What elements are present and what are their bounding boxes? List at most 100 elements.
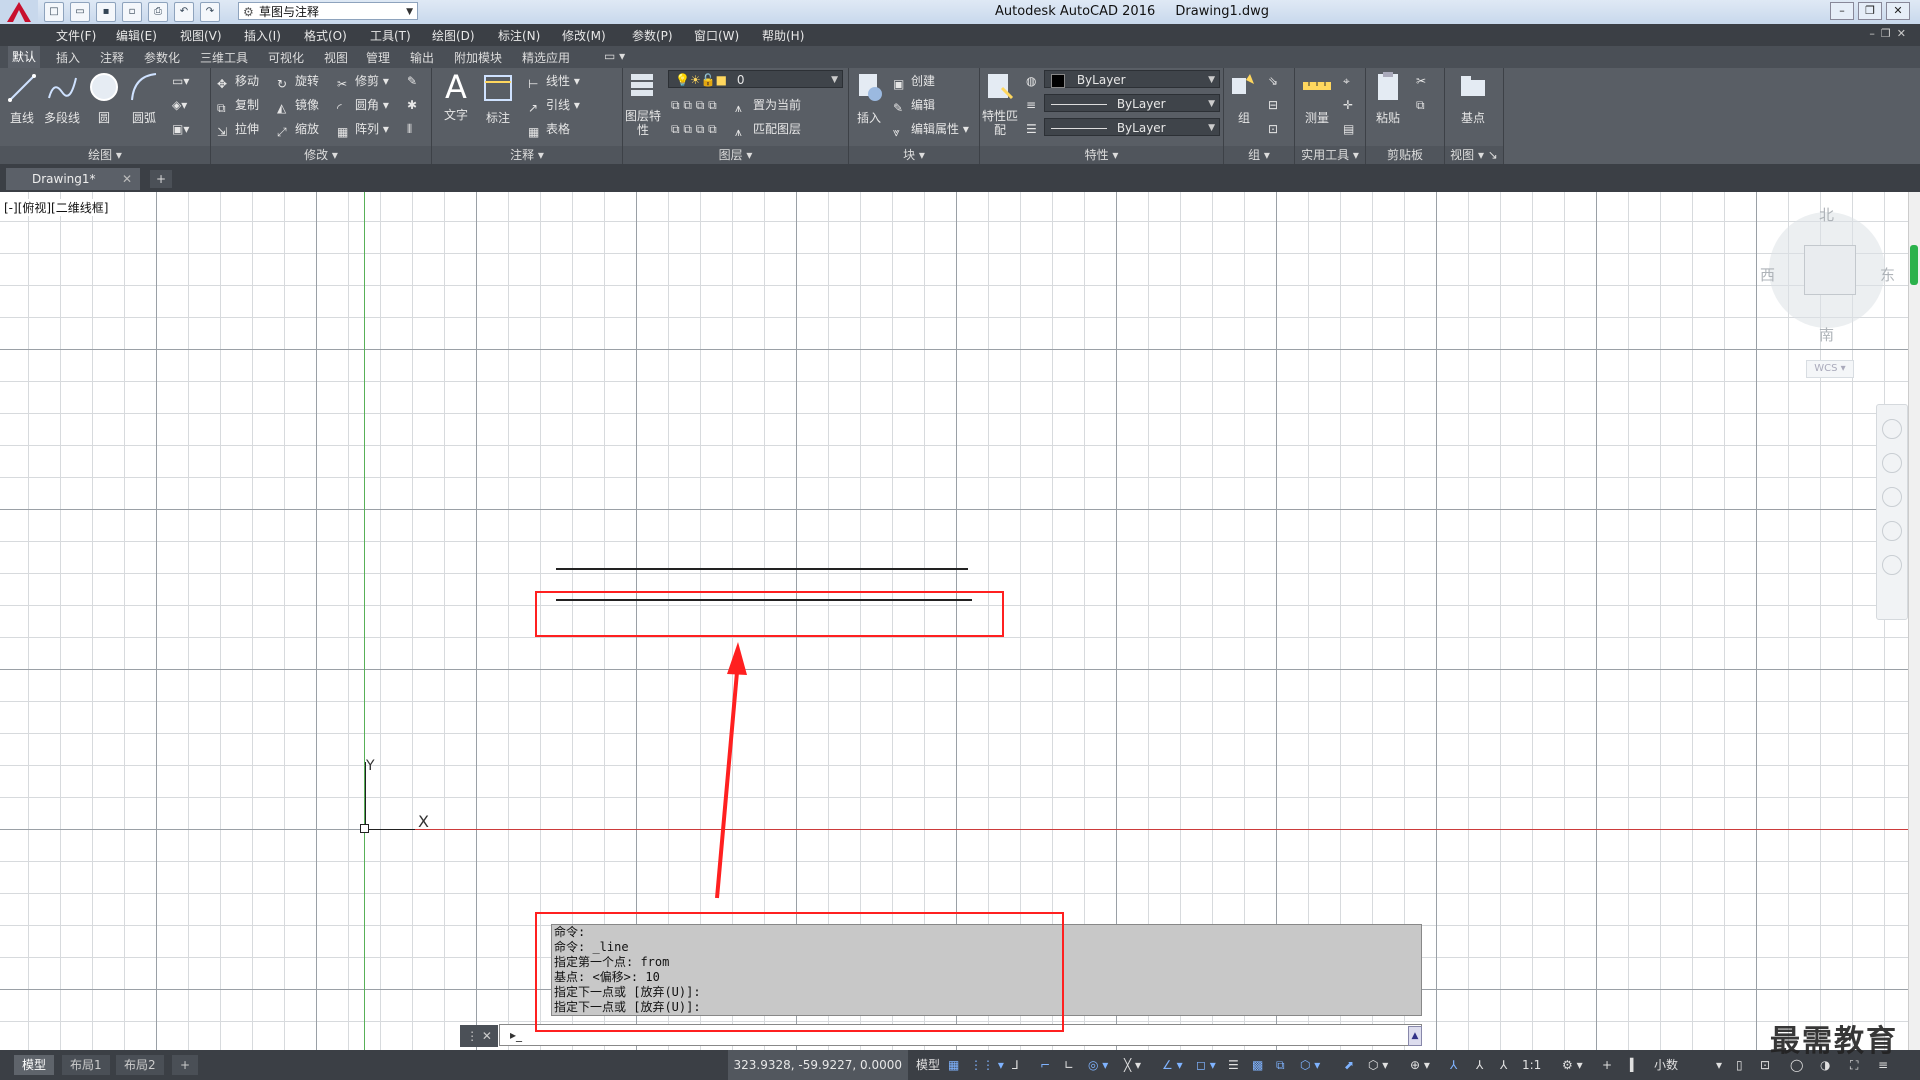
ortho-icon[interactable]: ∟ [1064, 1057, 1074, 1073]
tab-insert[interactable]: 插入 [56, 49, 80, 66]
layer-tools-row1[interactable]: ⧉ ⧉ ⧉ ⧉ [671, 96, 717, 114]
rectangle-icon[interactable]: ▭▾ [172, 72, 189, 90]
menu-window[interactable]: 窗口(W) [694, 27, 739, 44]
new-file-icon[interactable]: □ [44, 2, 64, 22]
dynamic-input-icon[interactable]: ⌐ [1040, 1057, 1050, 1073]
text-button[interactable]: A 文字 [436, 70, 476, 123]
redo-icon[interactable]: ↷ [200, 2, 220, 22]
menu-draw[interactable]: 绘图(D) [432, 27, 475, 44]
wcs-menu[interactable]: WCS ▾ [1806, 360, 1854, 378]
lineweight-dropdown[interactable]: ByLayer ▼ [1044, 118, 1220, 136]
scale-button[interactable]: ⤢ 缩放 [277, 120, 319, 139]
groups-panel-title[interactable]: 组 ▾ [1224, 146, 1294, 164]
scroll-thumb[interactable] [1910, 245, 1918, 285]
measure-button[interactable]: 测量 [1297, 70, 1337, 126]
dynamic-ucs-icon[interactable]: ⬈ [1344, 1057, 1354, 1073]
copy-clip-icon[interactable]: ⧉ [1416, 96, 1425, 114]
tab-layout1[interactable]: 布局1 [62, 1055, 110, 1075]
menu-file[interactable]: 文件(F) [56, 27, 96, 44]
layer-tools-row2[interactable]: ⧉ ⧉ ⧉ ⧉ [671, 120, 717, 138]
compass-west[interactable]: 西 [1760, 264, 1775, 285]
pan-icon[interactable] [1882, 453, 1902, 473]
annotation-panel-title[interactable]: 注释 ▾ [432, 146, 622, 164]
linetype-dropdown[interactable]: ByLayer ▼ [1044, 94, 1220, 112]
close-icon[interactable]: ✕ [1886, 2, 1910, 20]
match-layer-button[interactable]: ⩚ 匹配图层 [735, 120, 801, 139]
leader-button[interactable]: ↗ 引线 ▾ [528, 96, 580, 115]
copy-button[interactable]: ⧉ 复制 [217, 96, 259, 115]
tab-featured-apps[interactable]: 精选应用 [522, 49, 570, 66]
calculator-icon[interactable]: ▤ [1343, 120, 1354, 138]
save-as-icon[interactable]: ▫ [122, 2, 142, 22]
close-icon[interactable]: ✕ [122, 168, 132, 190]
menu-help[interactable]: 帮助(H) [762, 27, 804, 44]
rotate-button[interactable]: ↻ 旋转 [277, 72, 319, 91]
save-icon[interactable]: ▪ [96, 2, 116, 22]
menu-tools[interactable]: 工具(T) [370, 27, 411, 44]
zoom-icon[interactable] [1882, 487, 1902, 507]
point-icon[interactable]: ✛ [1343, 96, 1353, 114]
tab-output[interactable]: 输出 [410, 49, 434, 66]
menu-format[interactable]: 格式(O) [304, 27, 347, 44]
compass-east[interactable]: 东 [1880, 264, 1895, 285]
annotation-monitor-icon[interactable]: + [1602, 1057, 1612, 1073]
hatch-icon[interactable]: ◈▾ [172, 96, 187, 114]
circle-button[interactable]: 圆 [84, 70, 124, 126]
tab-parametric[interactable]: 参数化 [144, 49, 180, 66]
canvas-scrollbar[interactable] [1908, 192, 1920, 1050]
arc-button[interactable]: 圆弧 [124, 70, 164, 126]
autocad-logo-icon[interactable] [0, 0, 38, 24]
object-snap-tracking-icon[interactable]: ∠ ▾ [1162, 1057, 1183, 1073]
clipboard-panel-title[interactable]: 剪贴板 [1366, 146, 1444, 164]
drawn-line-top[interactable] [556, 568, 968, 570]
infer-constraints-icon[interactable]: ⅃ [1012, 1057, 1019, 1073]
steering-wheel-icon[interactable] [1882, 419, 1902, 439]
quick-properties-icon[interactable]: ▯ [1736, 1057, 1743, 1073]
polyline-button[interactable]: 多段线 [42, 70, 82, 126]
stretch-button[interactable]: ⇲ 拉伸 [217, 120, 259, 139]
menu-view[interactable]: 视图(V) [180, 27, 222, 44]
menu-modify[interactable]: 修改(M) [562, 27, 606, 44]
restore-icon[interactable]: ❐ [1858, 2, 1882, 20]
orbit-icon[interactable] [1882, 521, 1902, 541]
tab-visualize[interactable]: 可视化 [268, 49, 304, 66]
lock-ui-icon[interactable]: ⊡ [1760, 1057, 1770, 1073]
linear-button[interactable]: ⊢ 线性 ▾ [528, 72, 580, 91]
menu-edit[interactable]: 编辑(E) [116, 27, 157, 44]
layer-dropdown[interactable]: 💡☀🔓■ 0 ▼ [668, 70, 843, 88]
showmotion-icon[interactable] [1882, 555, 1902, 575]
navigation-bar[interactable] [1876, 404, 1908, 620]
tab-model[interactable]: 模型 [14, 1055, 55, 1075]
base-point-button[interactable]: 基点 [1453, 70, 1493, 126]
array-button[interactable]: ▦ 阵列 ▾ [337, 120, 389, 139]
match-properties-button[interactable]: 特性匹配 [980, 70, 1020, 137]
workspace-dropdown[interactable]: ⚙ 草图与注释 ▼ [238, 2, 418, 20]
dimension-button[interactable]: 标注 [478, 70, 518, 126]
set-current-button[interactable]: ⩚ 置为当前 [735, 96, 801, 115]
trim-button[interactable]: ✂ 修剪 ▾ [337, 72, 389, 91]
menu-dimension[interactable]: 标注(N) [498, 27, 540, 44]
doc-tab-drawing1[interactable]: Drawing1* ✕ [6, 168, 140, 190]
compass-north[interactable]: 北 [1819, 204, 1834, 225]
units-value[interactable]: 小数 [1654, 1057, 1678, 1073]
utilities-panel-title[interactable]: 实用工具 ▾ [1295, 146, 1365, 164]
cut-icon[interactable]: ✂ [1416, 72, 1426, 90]
block-panel-title[interactable]: 块 ▾ [849, 146, 979, 164]
offset-icon[interactable]: ⫴ [407, 120, 412, 138]
edit-attributes-button[interactable]: ⩔ 编辑属性 ▾ [893, 120, 969, 139]
fillet-button[interactable]: ◜ 圆角 ▾ [337, 96, 389, 115]
draw-panel-title[interactable]: 绘图 ▾ [0, 146, 210, 164]
object-snap-icon[interactable]: ◻ ▾ [1196, 1057, 1216, 1073]
scale-value[interactable]: 1:1 [1522, 1057, 1541, 1073]
transparency-icon[interactable]: ▩ [1252, 1057, 1263, 1073]
color-dropdown[interactable]: ByLayer ▼ [1044, 70, 1220, 88]
workspace-switch-icon[interactable]: ⚙ ▾ [1562, 1057, 1583, 1073]
edit-block-button[interactable]: ✎ 编辑 [893, 96, 935, 115]
tab-3d-tools[interactable]: 三维工具 [200, 49, 248, 66]
snap-icon[interactable]: ⋮⋮ ▾ [970, 1057, 1004, 1073]
selection-filter-icon[interactable]: ⬡ ▾ [1368, 1057, 1388, 1073]
tab-addins[interactable]: 附加模块 [454, 49, 502, 66]
tab-manage[interactable]: 管理 [366, 49, 390, 66]
auto-scale-icon[interactable]: ⅄ [1476, 1057, 1483, 1073]
insert-block-button[interactable]: 插入 [849, 70, 889, 126]
